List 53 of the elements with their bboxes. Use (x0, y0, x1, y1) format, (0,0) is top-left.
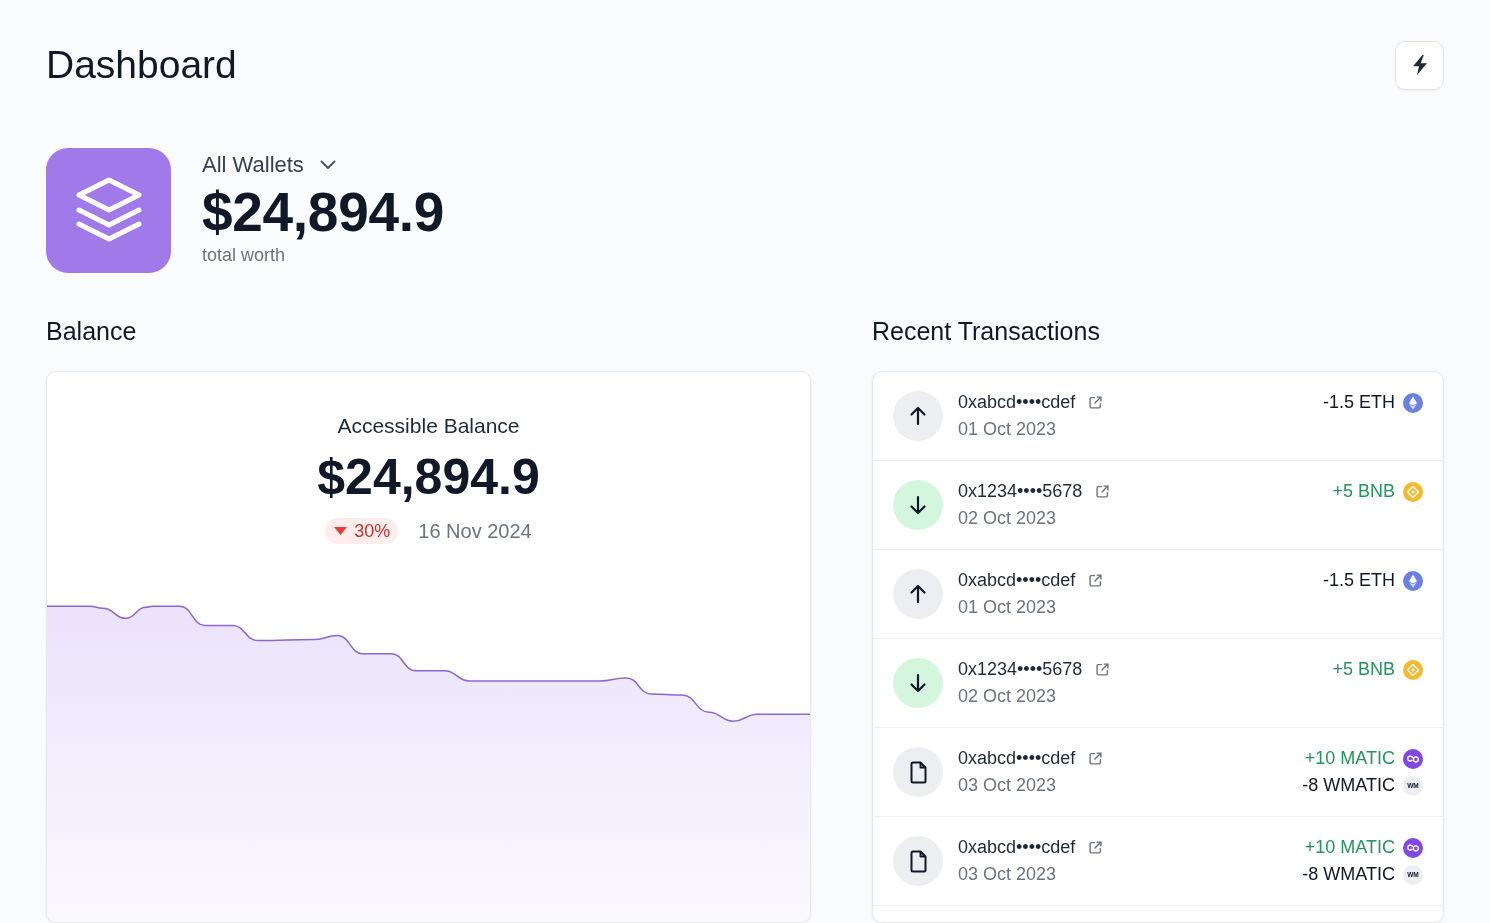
document-icon (893, 747, 943, 797)
transaction-address: 0xabcd••••cdef (958, 836, 1076, 859)
arrow-down-icon (893, 658, 943, 708)
triangle-down-icon (334, 527, 348, 535)
transaction-amount: -1.5 ETH (1322, 569, 1395, 592)
balance-label: Accessible Balance (337, 413, 520, 439)
transaction-address: 0xabcd••••cdef (958, 569, 1076, 592)
arrow-up-icon (893, 569, 943, 619)
section-heading: Balance (46, 316, 137, 347)
transaction-date: 01 Oct 2023 (958, 418, 1057, 441)
transaction-amount: -1.5 ETH (1322, 391, 1395, 414)
balance-date: 16 Nov 2024 (418, 519, 532, 544)
change-percent: 30% (354, 520, 391, 542)
transaction-amount: -8 WMATIC (1302, 774, 1395, 797)
external-link-icon[interactable] (1096, 485, 1110, 498)
transaction-address: 0xabcd••••cdef (958, 391, 1076, 414)
transaction-date: 02 Oct 2023 (958, 507, 1057, 530)
wallet-dropdown[interactable]: All Wallets (202, 150, 336, 180)
transaction-address: 0x1234••••5678 (958, 480, 1083, 503)
transaction-date: 03 Oct 2023 (958, 774, 1057, 797)
external-link-icon[interactable] (1089, 841, 1103, 854)
transaction-date: 01 Oct 2023 (958, 596, 1057, 619)
diamond-coin-icon (1403, 570, 1423, 591)
transaction-amount: +5 BNB (1332, 480, 1395, 503)
transaction-address: 0x1234••••5678 (958, 658, 1083, 681)
external-link-icon[interactable] (1096, 663, 1110, 676)
balance-value: $24,894.9 (317, 448, 540, 507)
lightning-icon (1412, 55, 1427, 75)
transaction-date: 02 Oct 2023 (958, 685, 1057, 708)
chevron-down-icon (319, 160, 336, 170)
total-worth-value: $24,894.9 (202, 180, 444, 244)
arrow-down-icon (893, 480, 943, 530)
transaction-address: 0xabcd••••cdef (958, 747, 1076, 770)
page-title: Dashboard (46, 42, 237, 88)
lightning-button[interactable] (1395, 40, 1444, 90)
transaction-amount: +5 BNB (1332, 658, 1395, 681)
coin-icon (1403, 659, 1423, 680)
transaction-amount: +10 MATIC (1304, 836, 1395, 859)
section-heading: Recent Transactions (872, 316, 1100, 347)
external-link-icon[interactable] (1089, 396, 1103, 409)
external-link-icon[interactable] (1089, 574, 1103, 587)
arrow-up-icon (893, 391, 943, 441)
link-coin-icon (1403, 748, 1423, 769)
layers-icon (46, 148, 171, 273)
document-icon (893, 836, 943, 886)
external-link-icon[interactable] (1089, 752, 1103, 765)
transaction-amount: +10 MATIC (1304, 747, 1395, 770)
link-coin-icon (1403, 837, 1423, 858)
transaction-date: 03 Oct 2023 (958, 863, 1057, 886)
diamond-coin-icon (1403, 392, 1423, 413)
coin-icon (1403, 481, 1423, 502)
transaction-amount: -8 WMATIC (1302, 863, 1395, 886)
total-worth-caption: total worth (202, 244, 286, 266)
